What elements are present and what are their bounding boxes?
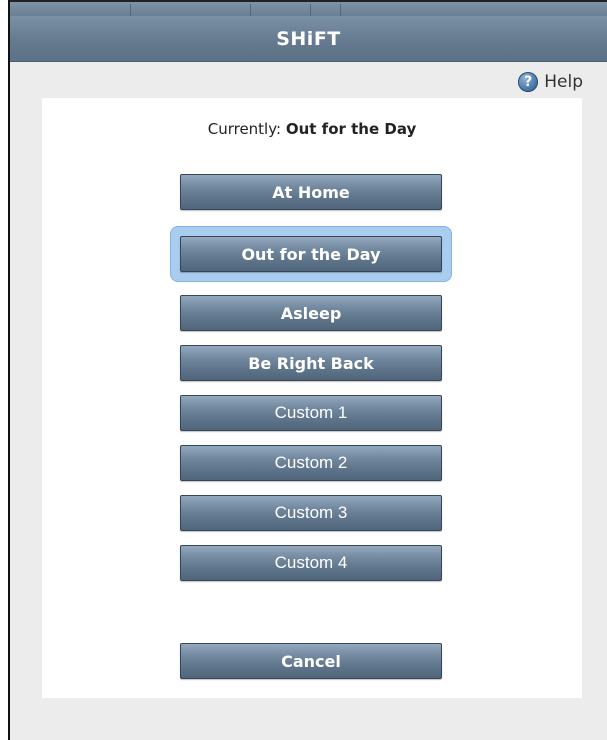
custom-4-button[interactable]: Custom 4 — [180, 545, 442, 581]
dialog-titlebar: SHiFT — [10, 16, 607, 62]
help-link[interactable]: ? Help — [518, 72, 583, 92]
strip-divider — [130, 4, 131, 16]
strip-divider — [250, 4, 251, 16]
custom-3-button[interactable]: Custom 3 — [180, 495, 442, 531]
out-for-the-day-button[interactable]: Out for the Day — [180, 236, 442, 272]
current-mode-status: Currently: Out for the Day — [42, 120, 582, 138]
at-home-button[interactable]: At Home — [180, 174, 442, 210]
dialog-title: SHiFT — [276, 27, 341, 50]
asleep-button[interactable]: Asleep — [180, 295, 442, 331]
custom-1-button[interactable]: Custom 1 — [180, 395, 442, 431]
window-top-strip — [10, 0, 607, 16]
strip-divider — [340, 4, 341, 16]
strip-divider — [310, 4, 311, 16]
shift-dialog-window: SHiFT ? Help Currently: Out for the Day … — [8, 0, 607, 740]
current-mode-prefix: Currently: — [207, 120, 282, 138]
current-mode-value: Out for the Day — [285, 120, 417, 138]
be-right-back-button[interactable]: Be Right Back — [180, 345, 442, 381]
custom-2-button[interactable]: Custom 2 — [180, 445, 442, 481]
cancel-button[interactable]: Cancel — [180, 643, 442, 679]
question-mark-icon: ? — [518, 72, 539, 92]
help-label: Help — [544, 72, 583, 92]
mode-selection-panel: Currently: Out for the Day At Home Out f… — [42, 98, 582, 698]
